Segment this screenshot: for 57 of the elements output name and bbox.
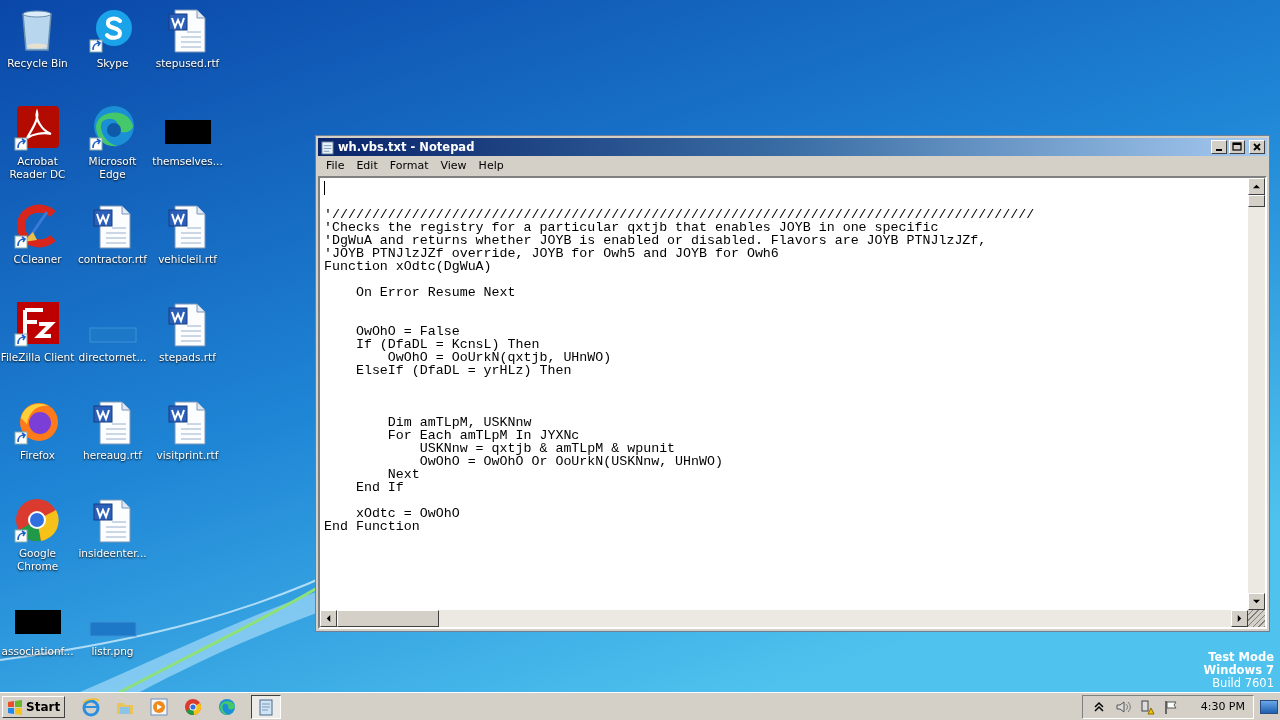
start-button[interactable]: Start bbox=[2, 695, 66, 718]
icon-label[interactable]: directornet... bbox=[78, 351, 147, 364]
notepad-icon bbox=[320, 139, 335, 155]
down-arrow-icon bbox=[1253, 598, 1260, 605]
left-arrow-icon bbox=[325, 615, 332, 622]
icon-label[interactable]: Skype bbox=[96, 57, 129, 70]
windows-logo-icon bbox=[7, 698, 23, 715]
network-warning-icon[interactable] bbox=[1138, 698, 1155, 715]
icon-label[interactable]: CCleaner bbox=[13, 253, 62, 266]
right-arrow-icon bbox=[1236, 615, 1243, 622]
icon-label[interactable]: FileZilla Client bbox=[0, 351, 75, 364]
os-watermark-text: Test Mode bbox=[1208, 651, 1274, 664]
taskbar-button[interactable] bbox=[251, 694, 282, 719]
text-editor[interactable]: '//////////////////////////////////////////////////////////////////////////////////////// 'Checks the registry for a particular qxtjb that enables JOYB in one specific 'DgWuA and returns whether JOYB is enabled or disabled. Flavors are JOYB PTNJlzJZf, 'JOYB PTNJlzJZf override, JOYB for Owh5 and JOYB for Owh6 Function xOdtc(DgWuA) On Error Resume Next OwOhO = False If (DfaDL = KcnsL) Then OwOhO = OoUrkN(qxtjb, UHnWO) ElseIf (DfaDL = yrHLz) Then Dim amTLpM, USKNnw For Each amTLpM In JYXNc USKNnw = qxtjb & amTLpM & wpunit OwOhO = OwOhO Or OoUrkN(USKNnw, UHnWO) Next End If xOdtc = OwOhO End Function bbox=[320, 178, 1248, 610]
menu-item[interactable]: View bbox=[434, 159, 473, 172]
maximize-button[interactable] bbox=[1229, 140, 1245, 154]
icon-label[interactable]: visitprint.rtf bbox=[156, 449, 219, 462]
close-icon bbox=[1252, 142, 1262, 152]
icon-label[interactable]: hereaug.rtf bbox=[83, 449, 142, 462]
icon-label[interactable]: Acrobat Reader DC bbox=[0, 155, 75, 181]
icon-label[interactable]: Microsoft Edge bbox=[75, 155, 150, 181]
menu-item[interactable]: File bbox=[320, 159, 351, 172]
icon-label[interactable]: Google Chrome bbox=[0, 547, 75, 573]
scroll-thumb[interactable] bbox=[1248, 195, 1265, 207]
icon-label[interactable]: Firefox bbox=[20, 449, 55, 462]
icon-label[interactable]: insideenter... bbox=[78, 547, 147, 560]
maximize-icon bbox=[1232, 142, 1242, 152]
text-caret bbox=[324, 181, 325, 195]
minimize-icon bbox=[1216, 149, 1222, 151]
menu-item[interactable]: Format bbox=[383, 159, 435, 172]
show-desktop-button[interactable] bbox=[1260, 699, 1278, 714]
menu-item[interactable]: Help bbox=[472, 159, 510, 172]
icon-label[interactable]: stepused.rtf bbox=[155, 57, 220, 70]
menu-item[interactable]: Edit bbox=[350, 159, 384, 172]
chrome-icon[interactable] bbox=[183, 696, 204, 717]
os-watermark-text: Windows 7 bbox=[1203, 664, 1274, 677]
scroll-up-button[interactable] bbox=[1248, 178, 1265, 195]
scroll-right-button[interactable] bbox=[1231, 610, 1248, 627]
minimize-button[interactable] bbox=[1211, 140, 1227, 154]
scroll-down-button[interactable] bbox=[1248, 593, 1265, 610]
clock-time[interactable]: 4:30 PM bbox=[1200, 700, 1245, 713]
speaker-icon[interactable] bbox=[1114, 698, 1131, 715]
scroll-thumb[interactable] bbox=[337, 610, 439, 627]
icon-label[interactable]: stepads.rtf bbox=[159, 351, 216, 364]
horizontal-scrollbar[interactable] bbox=[320, 610, 1248, 627]
icon-label[interactable]: Recycle Bin bbox=[7, 57, 68, 70]
close-button[interactable] bbox=[1249, 140, 1265, 154]
flag-icon[interactable] bbox=[1162, 698, 1179, 715]
icon-label[interactable]: themselves... bbox=[152, 155, 223, 168]
icon-label[interactable]: contractor.rtf bbox=[78, 253, 147, 266]
vertical-scrollbar[interactable] bbox=[1248, 178, 1265, 610]
os-watermark-text: Build 7601 bbox=[1212, 677, 1274, 690]
scroll-left-button[interactable] bbox=[320, 610, 337, 627]
size-grip[interactable] bbox=[1248, 610, 1265, 627]
up-arrow-icon bbox=[1253, 183, 1260, 190]
icon-label[interactable]: vehicleil.rtf bbox=[158, 253, 217, 266]
window-title: wh.vbs.txt - Notepad bbox=[338, 140, 476, 154]
